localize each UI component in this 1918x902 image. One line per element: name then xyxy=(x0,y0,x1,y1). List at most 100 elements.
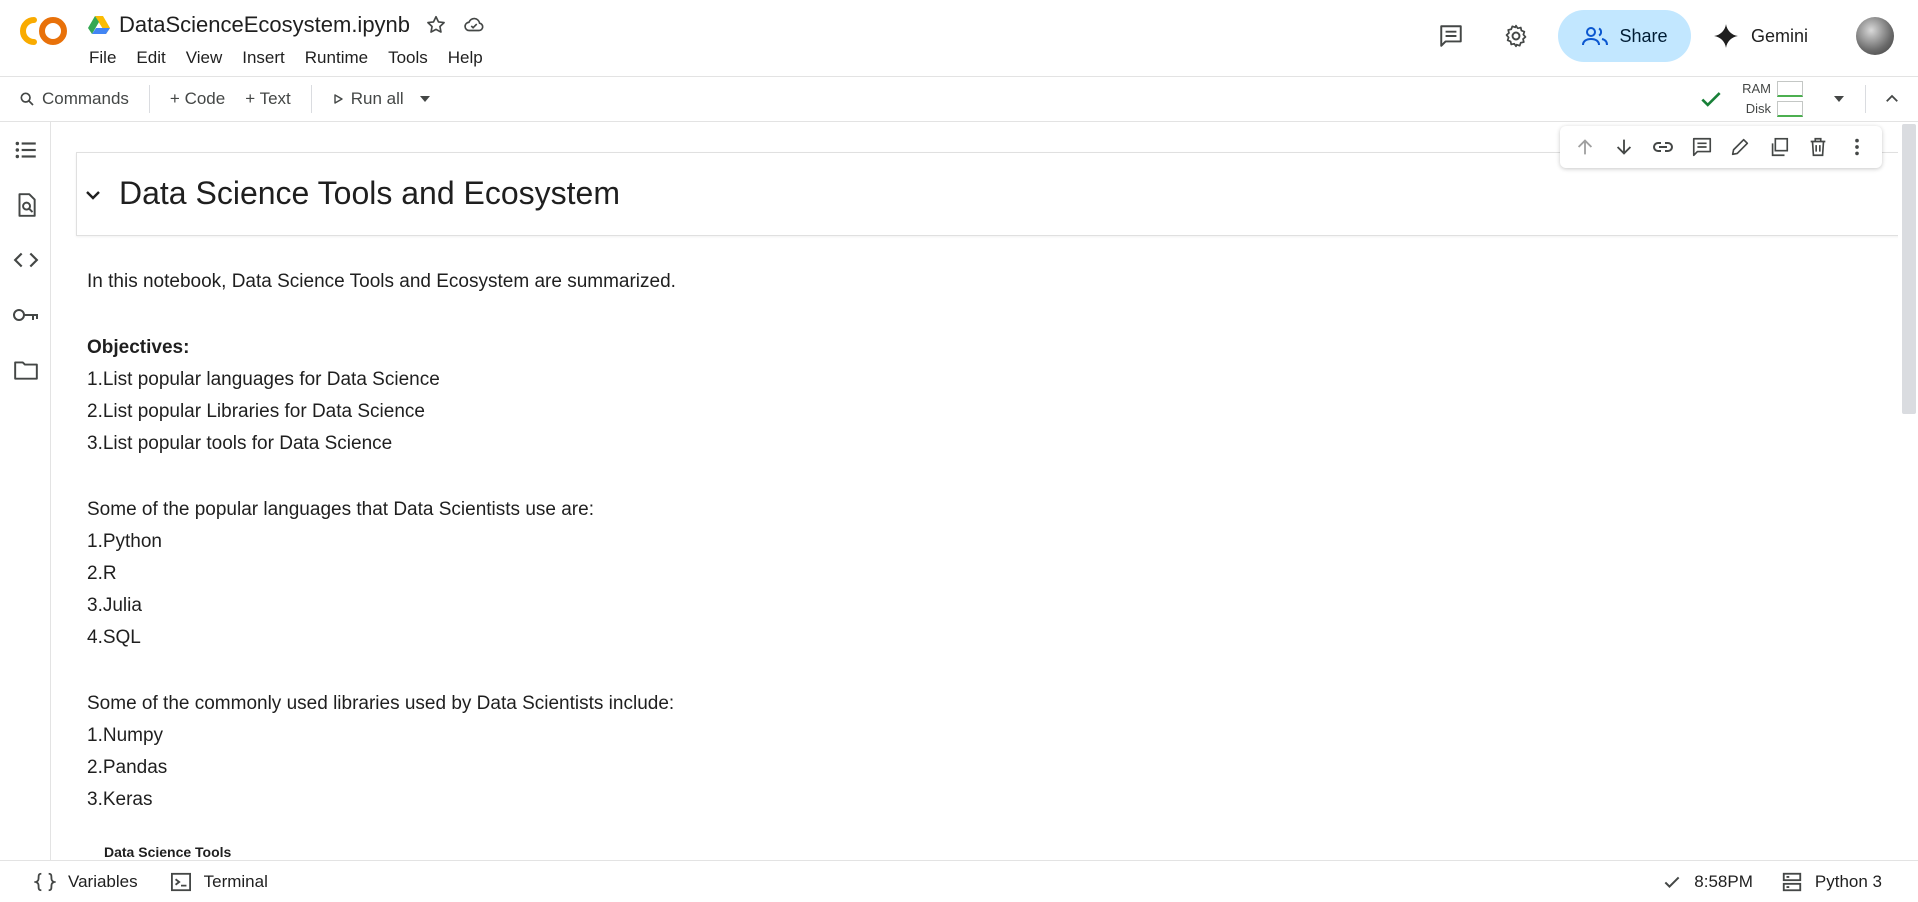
ram-label: RAM xyxy=(1742,81,1771,96)
commands-label: Commands xyxy=(42,89,129,108)
terminal-button[interactable]: Terminal xyxy=(170,872,268,892)
objectives-heading: Objectives: xyxy=(87,337,190,358)
add-code-button[interactable]: + Code xyxy=(160,82,235,116)
runtime-dropdown[interactable] xyxy=(1813,77,1865,121)
gemini-sparkle-icon xyxy=(1714,24,1738,48)
intro-text: In this notebook, Data Science Tools and… xyxy=(87,271,676,292)
tools-table-heading: Data Science Tools xyxy=(104,844,232,860)
edit-cell-button[interactable] xyxy=(1721,127,1760,167)
gemini-button[interactable]: Gemini xyxy=(1713,23,1808,49)
comments-button[interactable] xyxy=(1425,10,1477,62)
terminal-icon xyxy=(170,872,191,892)
list-item: 3.List popular tools for Data Science xyxy=(87,433,393,454)
variables-label: Variables xyxy=(68,872,138,891)
braces-icon xyxy=(34,872,56,892)
menu-edit[interactable]: Edit xyxy=(126,46,175,70)
markdown-cell[interactable]: In this notebook, Data Science Tools and… xyxy=(87,266,676,816)
list-item: 2.List popular Libraries for Data Scienc… xyxy=(87,401,425,422)
list-item: 3.Keras xyxy=(87,789,153,810)
execution-status[interactable]: 8:58PM xyxy=(1662,872,1753,892)
play-icon xyxy=(334,94,343,104)
ram-bar xyxy=(1777,81,1803,97)
comment-icon xyxy=(1692,137,1711,157)
run-all-label: Run all xyxy=(350,89,404,108)
notebook-title[interactable]: DataScienceEcosystem.ipynb xyxy=(119,12,410,38)
mirror-cell-icon xyxy=(1771,137,1789,157)
share-button[interactable]: Share xyxy=(1557,10,1691,62)
list-item: 4.SQL xyxy=(87,627,141,648)
menu-insert[interactable]: Insert xyxy=(232,46,295,70)
list-item: 1.List popular languages for Data Scienc… xyxy=(87,369,440,390)
libraries-intro: Some of the commonly used libraries used… xyxy=(87,693,675,714)
menu-tools[interactable]: Tools xyxy=(378,46,438,70)
server-icon xyxy=(1782,872,1802,892)
folder-icon xyxy=(13,360,38,380)
menu-help[interactable]: Help xyxy=(438,46,493,70)
list-item: 2.Pandas xyxy=(87,757,168,778)
mirror-cell-button[interactable] xyxy=(1760,127,1799,167)
avatar[interactable] xyxy=(1856,17,1894,55)
terminal-label: Terminal xyxy=(203,872,268,891)
colab-logo[interactable] xyxy=(17,14,69,48)
languages-intro: Some of the popular languages that Data … xyxy=(87,499,594,520)
code-snippets-button[interactable] xyxy=(0,232,51,287)
more-vert-icon xyxy=(1854,138,1859,156)
share-label: Share xyxy=(1619,25,1668,46)
toolbar-divider xyxy=(310,85,312,113)
menu-file[interactable]: File xyxy=(79,46,126,70)
status-bar: Variables Terminal 8:58PM Python 3 xyxy=(0,860,1918,902)
list-icon xyxy=(15,141,36,158)
files-button[interactable] xyxy=(0,342,51,397)
gear-icon xyxy=(1505,24,1527,48)
more-actions-button[interactable] xyxy=(1837,127,1876,167)
caret-down-icon xyxy=(1834,96,1844,102)
list-item: 3.Julia xyxy=(87,595,142,616)
disk-label: Disk xyxy=(1745,101,1771,116)
code-icon xyxy=(13,252,38,267)
app-header: DataScienceEcosystem.ipynb File Edit Vie… xyxy=(0,0,1918,76)
menu-runtime[interactable]: Runtime xyxy=(295,46,378,70)
link-icon xyxy=(1652,142,1673,152)
variables-button[interactable]: Variables xyxy=(34,871,138,893)
trash-icon xyxy=(1810,137,1826,157)
table-of-contents-button[interactable] xyxy=(0,122,51,177)
key-icon xyxy=(12,308,38,321)
scrollbar-thumb[interactable] xyxy=(1902,124,1916,414)
find-replace-button[interactable] xyxy=(0,177,51,232)
arrow-down-icon xyxy=(1617,139,1632,155)
delete-cell-button[interactable] xyxy=(1799,127,1838,167)
kernel-status[interactable]: Python 3 xyxy=(1781,871,1882,893)
chevron-up-icon xyxy=(1886,94,1898,102)
caret-down-icon xyxy=(419,96,430,102)
list-item: 2.R xyxy=(87,563,117,584)
move-cell-down-button[interactable] xyxy=(1605,127,1644,167)
find-in-page-icon xyxy=(18,192,36,217)
notebook-content: Data Science Tools and Ecosystem In this… xyxy=(52,122,1898,860)
section-heading: Data Science Tools and Ecosystem xyxy=(119,175,620,211)
google-drive-icon xyxy=(88,16,110,34)
add-text-button[interactable]: + Text xyxy=(235,82,301,116)
add-comment-button[interactable] xyxy=(1682,127,1721,167)
commands-button[interactable]: Commands xyxy=(9,82,139,116)
search-icon xyxy=(20,92,34,106)
star-icon[interactable] xyxy=(424,13,448,37)
comment-icon xyxy=(1440,25,1462,47)
list-item: 1.Python xyxy=(87,531,162,552)
chevron-down-icon[interactable] xyxy=(81,183,105,207)
settings-button[interactable] xyxy=(1490,10,1542,62)
execution-time: 8:58PM xyxy=(1694,872,1753,891)
copy-link-button[interactable] xyxy=(1644,127,1683,167)
notebook-toolbar: Commands + Code + Text Run all RAM Disk xyxy=(0,76,1918,122)
run-options-dropdown[interactable] xyxy=(414,82,443,116)
menu-view[interactable]: View xyxy=(176,46,233,70)
move-cell-up-button[interactable] xyxy=(1566,127,1605,167)
secrets-button[interactable] xyxy=(0,287,51,342)
disk-bar xyxy=(1777,101,1803,117)
check-icon xyxy=(1664,876,1680,888)
cloud-saved-icon[interactable] xyxy=(462,13,486,37)
run-all-button[interactable]: Run all xyxy=(322,82,414,116)
resource-monitor[interactable]: RAM Disk xyxy=(1742,79,1803,119)
collapse-header-button[interactable] xyxy=(1866,77,1918,121)
vertical-scrollbar[interactable] xyxy=(1898,122,1918,860)
menu-bar: File Edit View Insert Runtime Tools Help xyxy=(79,46,493,70)
